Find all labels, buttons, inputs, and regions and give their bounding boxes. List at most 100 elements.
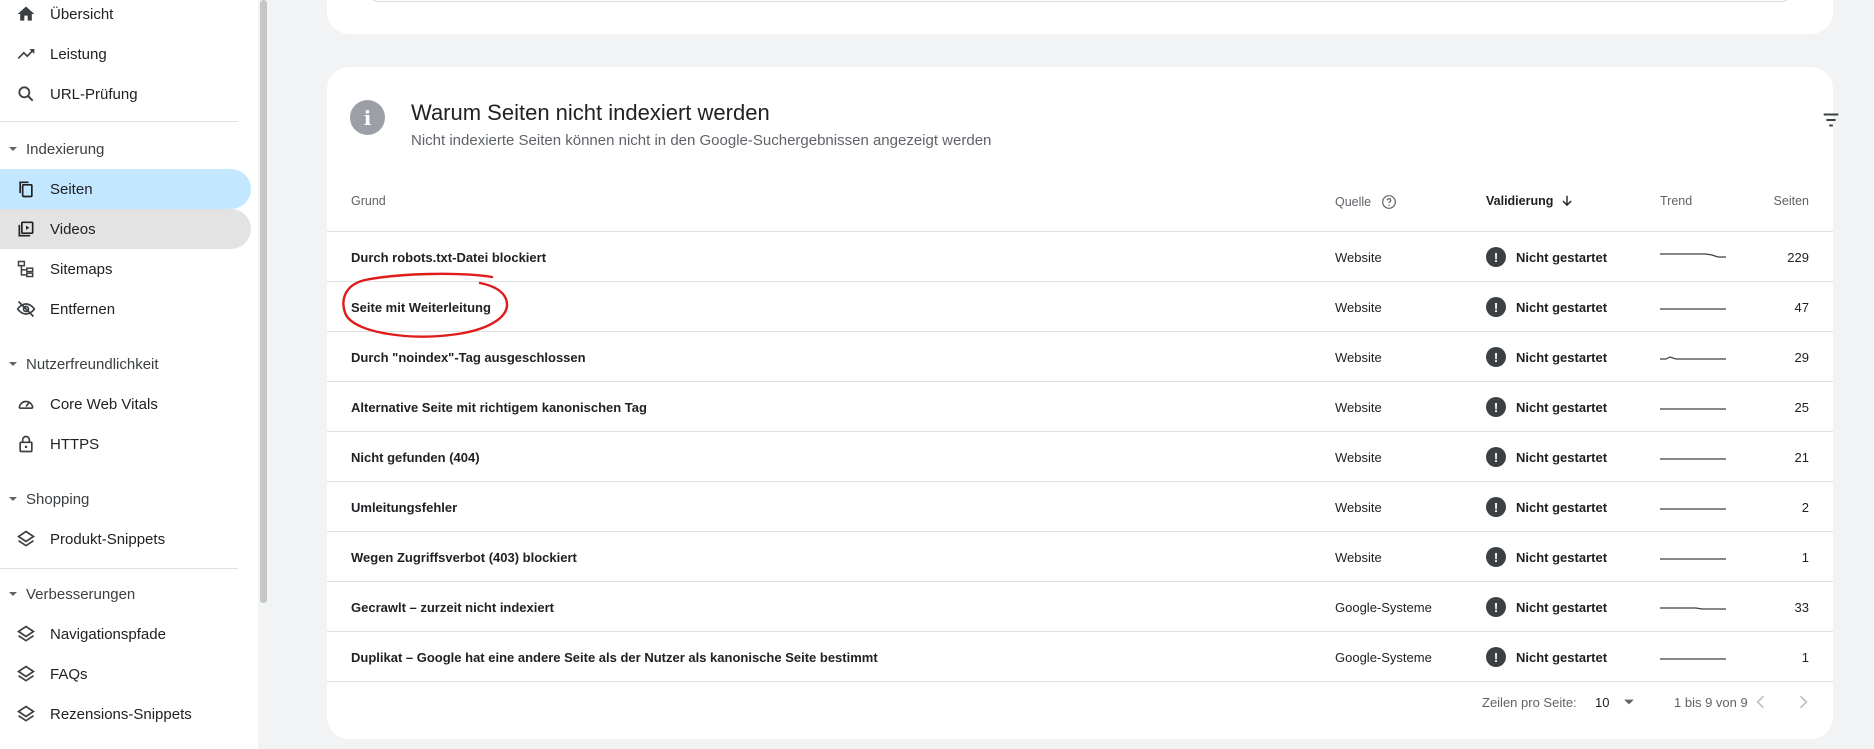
- col-header-validierung[interactable]: Validierung: [1486, 194, 1574, 208]
- home-icon: [0, 4, 50, 24]
- nav-label: Core Web Vitals: [50, 395, 158, 413]
- warning-icon: !: [1486, 297, 1506, 317]
- col-header-grund[interactable]: Grund: [351, 194, 386, 208]
- cell-seiten: 25: [1794, 399, 1809, 415]
- cell-quelle: Website: [1335, 349, 1382, 365]
- next-page-button[interactable]: [1793, 687, 1813, 717]
- table-row[interactable]: Duplikat – Google hat eine andere Seite …: [327, 632, 1833, 682]
- chevron-right-icon: [1799, 695, 1808, 709]
- caret-down-icon: [0, 494, 26, 504]
- col-header-label: Quelle: [1335, 195, 1372, 209]
- validation-status: Nicht gestartet: [1516, 399, 1608, 415]
- trend-sparkline: [1660, 658, 1726, 660]
- nav-seiten[interactable]: Seiten: [0, 169, 251, 209]
- cell-validierung: ! Nicht gestartet: [1486, 332, 1607, 382]
- sidebar: Übersicht Leistung URL-Prüfung Indexieru…: [0, 0, 258, 749]
- cell-seiten: 29: [1794, 349, 1809, 365]
- help-icon[interactable]: [1381, 194, 1397, 210]
- cell-validierung: ! Nicht gestartet: [1486, 482, 1607, 532]
- rows-per-page-select[interactable]: 10: [1595, 687, 1635, 717]
- section-nutzerfreundlichkeit[interactable]: Nutzerfreundlichkeit: [0, 349, 251, 379]
- cell-validierung: ! Nicht gestartet: [1486, 382, 1607, 432]
- warning-icon: !: [1486, 397, 1506, 417]
- chevron-left-icon: [1756, 695, 1765, 709]
- divider: [0, 121, 238, 122]
- warning-icon: !: [1486, 347, 1506, 367]
- table-row[interactable]: Wegen Zugriffsverbot (403) blockiert Webs…: [327, 532, 1833, 582]
- table-row[interactable]: Gecrawlt – zurzeit nicht indexiert Google…: [327, 582, 1833, 632]
- cell-seiten: 21: [1794, 449, 1809, 465]
- section-shopping[interactable]: Shopping: [0, 484, 251, 514]
- col-header-trend[interactable]: Trend: [1660, 194, 1692, 208]
- nav-label: Sitemaps: [50, 260, 113, 278]
- pagination-range: 1 bis 9 von 9: [1674, 694, 1748, 710]
- section-label: Shopping: [26, 490, 90, 508]
- cell-validierung: ! Nicht gestartet: [1486, 582, 1607, 632]
- table-row[interactable]: Durch "noindex"-Tag ausgeschlossen Websit…: [327, 332, 1833, 382]
- nav-core-web-vitals[interactable]: Core Web Vitals: [0, 384, 251, 424]
- cell-grund: Gecrawlt – zurzeit nicht indexiert: [351, 599, 554, 615]
- nav-rezensions-snippets[interactable]: Rezensions-Snippets: [0, 694, 251, 734]
- pages-icon: [0, 179, 50, 199]
- card-title: Warum Seiten nicht indexiert werden: [411, 100, 770, 125]
- warning-icon: !: [1486, 647, 1506, 667]
- validation-status: Nicht gestartet: [1516, 599, 1608, 615]
- validation-status: Nicht gestartet: [1516, 549, 1608, 565]
- visibility-off-icon: [0, 299, 50, 319]
- filter-icon[interactable]: [1820, 109, 1842, 131]
- col-header-seiten[interactable]: Seiten: [1774, 194, 1809, 208]
- sitemap-icon: [0, 259, 50, 279]
- table-row[interactable]: Nicht gefunden (404) Website! Nicht gestar…: [327, 432, 1833, 482]
- nav-https[interactable]: HTTPS: [0, 424, 251, 464]
- table-row[interactable]: Umleitungsfehler Website ! Nicht gestartet 2: [327, 482, 1833, 532]
- section-indexierung[interactable]: Indexierung: [0, 134, 251, 164]
- cell-validierung: ! Nicht gestartet: [1486, 532, 1607, 582]
- prev-page-button[interactable]: [1751, 687, 1771, 717]
- trend-sparkline: [1660, 408, 1726, 410]
- col-header-quelle[interactable]: Quelle: [1335, 194, 1397, 210]
- previous-card-chart-frame: [367, 0, 1793, 2]
- nav-entfernen[interactable]: Entfernen: [0, 289, 251, 329]
- nav-label: Rezensions-Snippets: [50, 705, 192, 723]
- cell-quelle: Website: [1335, 499, 1382, 515]
- cell-quelle: Google-Systeme: [1335, 599, 1432, 615]
- layers-icon: [0, 529, 50, 549]
- rows-per-page-label: Zeilen pro Seite:: [1482, 694, 1577, 710]
- caret-down-icon: [0, 144, 26, 154]
- dropdown-arrow-icon: [1624, 699, 1635, 705]
- nav-produkt-snippets[interactable]: Produkt-Snippets: [0, 519, 251, 559]
- search-icon: [0, 84, 50, 104]
- trending-up-icon: [0, 44, 50, 64]
- cell-quelle: Website: [1335, 449, 1382, 465]
- validation-status: Nicht gestartet: [1516, 249, 1608, 265]
- nav-sitemaps[interactable]: Sitemaps: [0, 249, 251, 289]
- table-row[interactable]: Alternative Seite mit richtigem kanonisc…: [327, 382, 1833, 432]
- layers-icon: [0, 624, 50, 644]
- previous-card: [327, 0, 1833, 34]
- lock-icon: [0, 434, 50, 454]
- cell-grund: Alternative Seite mit richtigem kanonisc…: [351, 399, 647, 415]
- nav-videos[interactable]: Videos: [0, 209, 251, 249]
- nav-uebersicht[interactable]: Übersicht: [0, 0, 251, 34]
- warning-icon: !: [1486, 247, 1506, 267]
- warning-icon: !: [1486, 447, 1506, 467]
- cell-seiten: 2: [1801, 499, 1809, 515]
- cell-grund: Wegen Zugriffsverbot (403) blockiert: [351, 549, 577, 565]
- cell-quelle: Website: [1335, 249, 1382, 265]
- speed-gauge-icon: [0, 394, 50, 414]
- nav-faqs[interactable]: FAQs: [0, 654, 251, 694]
- cell-seiten: 1: [1801, 649, 1809, 665]
- info-icon: i: [350, 100, 385, 135]
- nav-navigationspfade[interactable]: Navigationspfade: [0, 614, 251, 654]
- caret-down-icon: [0, 589, 26, 599]
- table-row[interactable]: Durch robots.txt-Datei blockiert Website!…: [327, 232, 1833, 282]
- section-verbesserungen[interactable]: Verbesserungen: [0, 579, 251, 609]
- table-row[interactable]: Seite mit Weiterleitung Website! Nicht ges…: [327, 282, 1833, 332]
- sidebar-scrollbar-thumb[interactable]: [260, 0, 267, 603]
- trend-sparkline: [1660, 508, 1726, 510]
- nav-leistung[interactable]: Leistung: [0, 34, 251, 74]
- nav-url-pruefung[interactable]: URL-Prüfung: [0, 74, 251, 114]
- cell-grund: Umleitungsfehler: [351, 499, 458, 515]
- cell-grund: Durch "noindex"-Tag ausgeschlossen: [351, 349, 586, 365]
- cell-quelle: Website: [1335, 299, 1382, 315]
